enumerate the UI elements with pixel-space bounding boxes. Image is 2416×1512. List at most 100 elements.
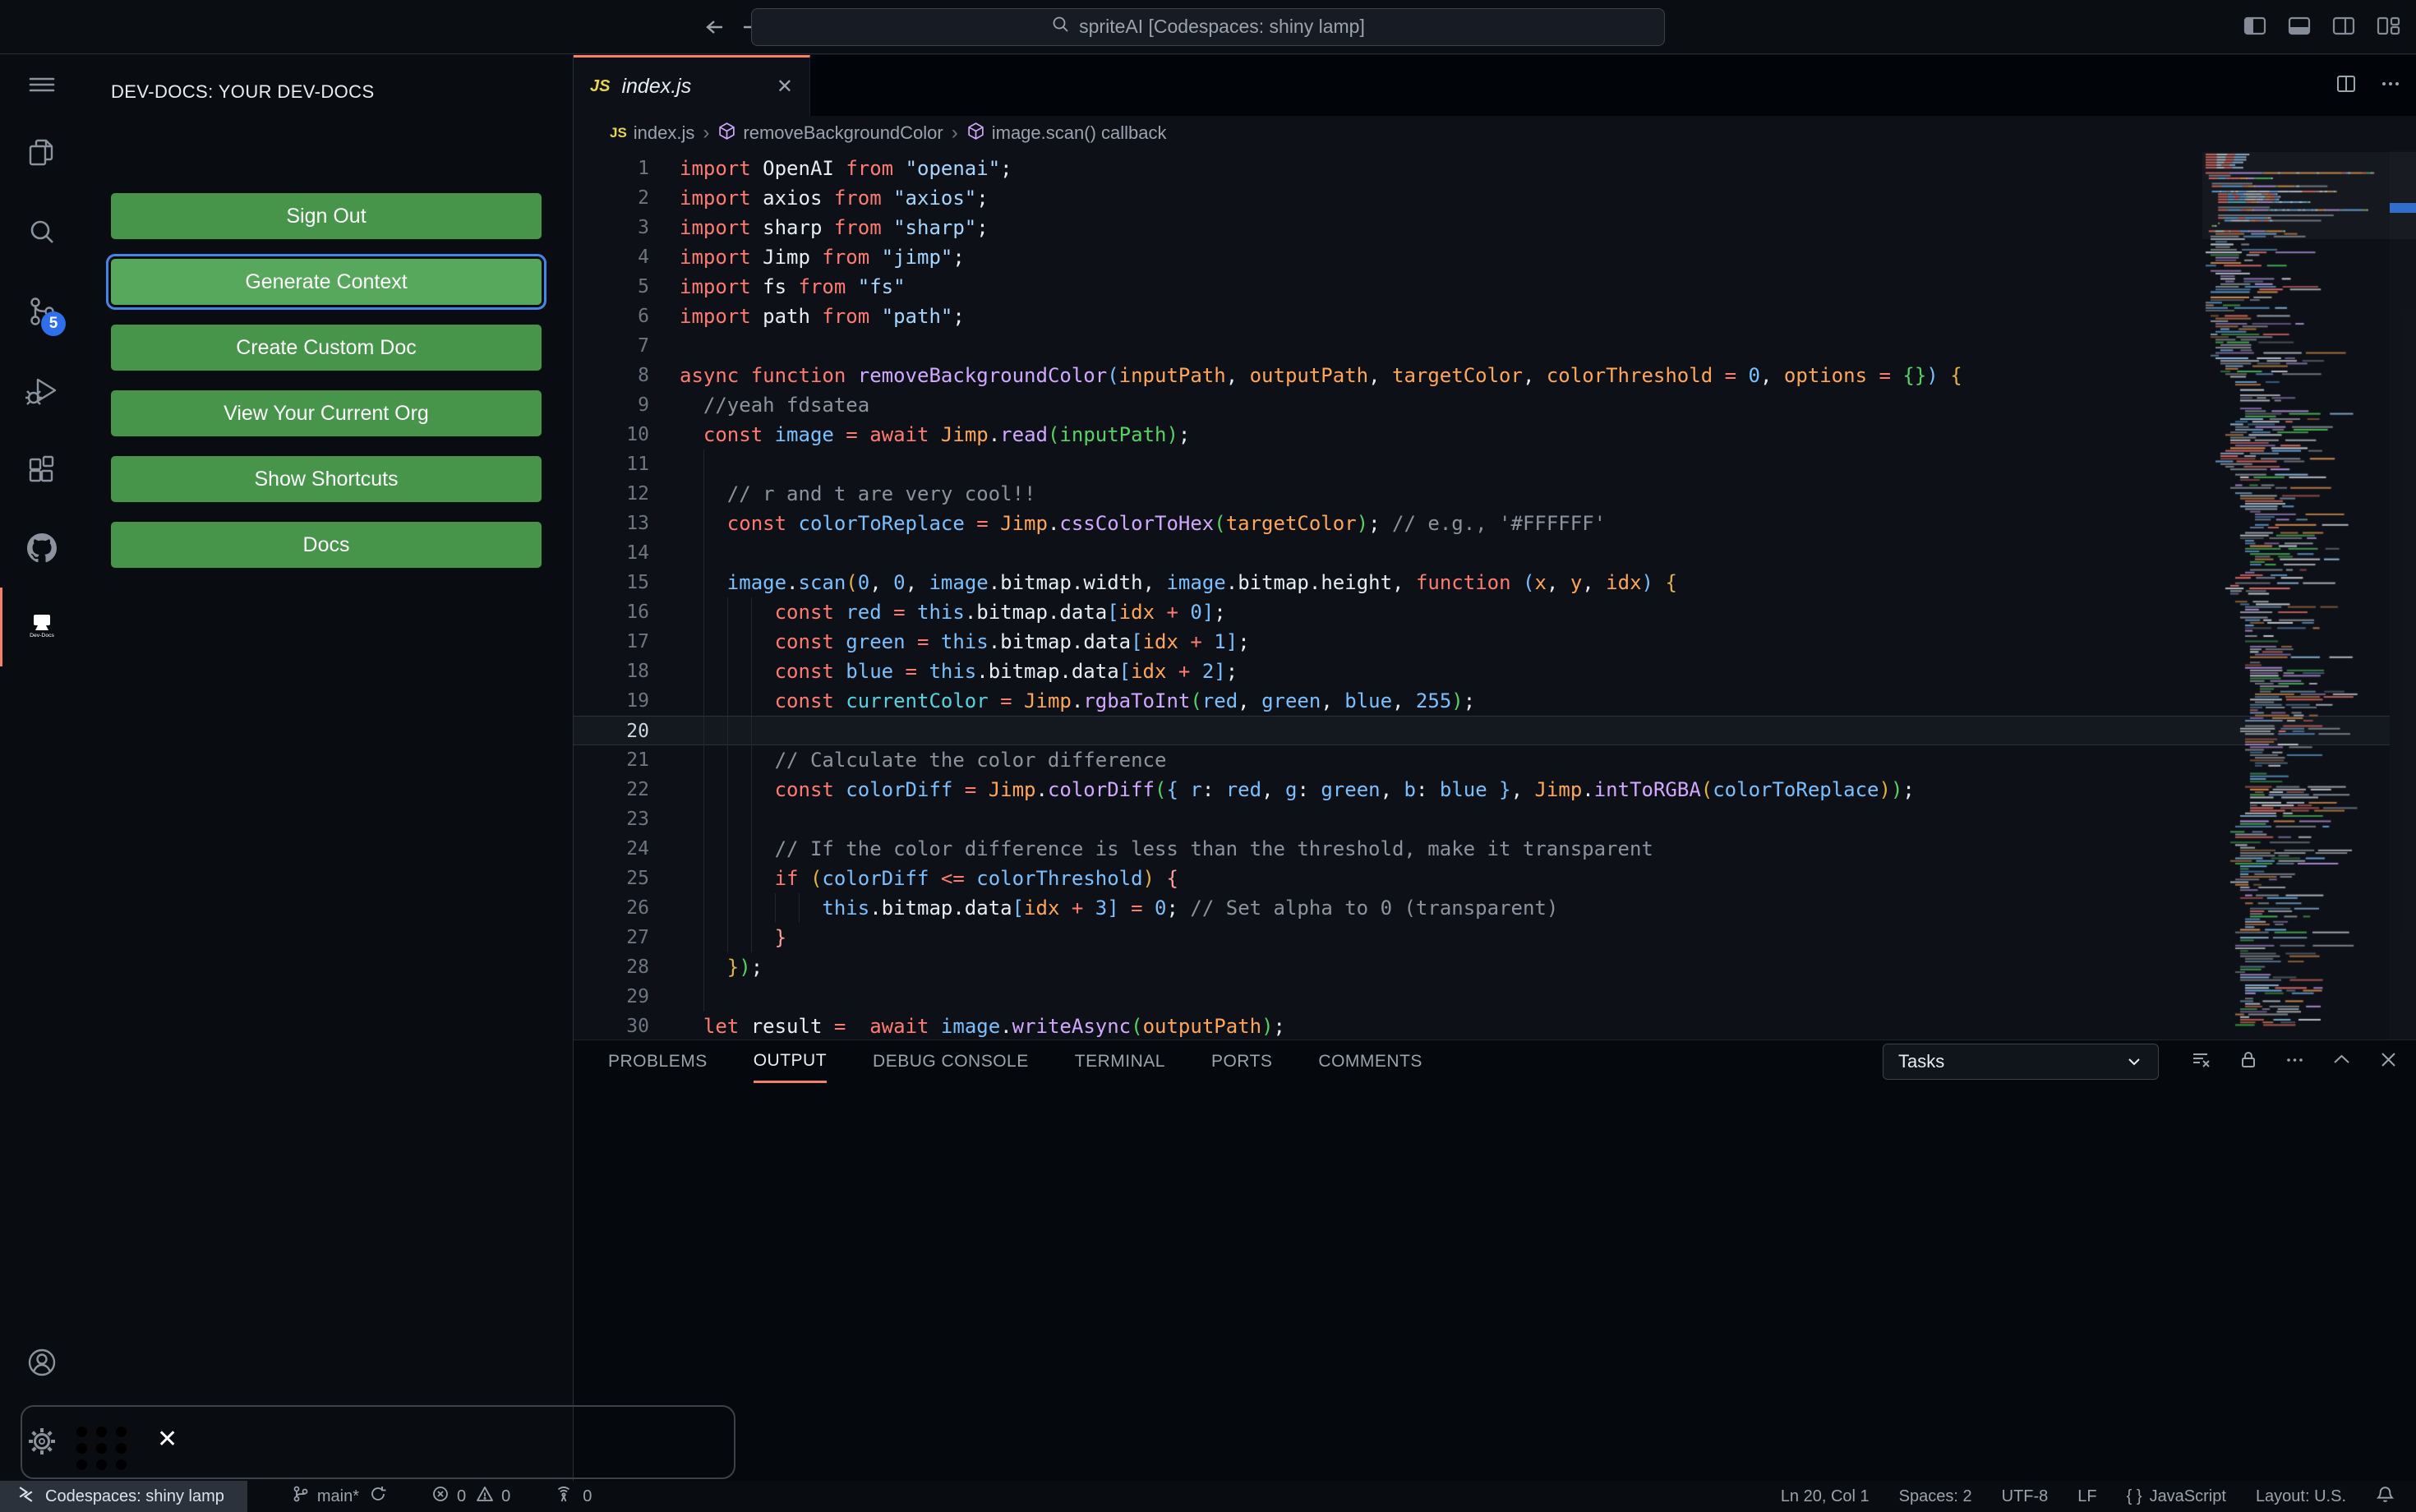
language-mode[interactable]: { } JavaScript [2127,1487,2226,1506]
line-content: const red = this.bitmap.data[idx + 0]; [680,597,2390,627]
code-line-13[interactable]: 13 const colorToReplace = Jimp.cssColorT… [574,509,2390,538]
code-line-8[interactable]: 8 async function removeBackgroundColor(in… [574,361,2390,390]
code-line-18[interactable]: 18 const blue = this.bitmap.data[idx + 2… [574,657,2390,686]
line-content: import fs from "fs" [680,275,906,298]
tab-close-icon[interactable]: ✕ [777,75,793,99]
sync-icon[interactable] [369,1485,387,1508]
toggle-sidebar-icon[interactable] [2242,12,2268,43]
code-line-26[interactable]: 26 this.bitmap.data[idx + 3] = 0; // Set… [574,893,2390,923]
panel-tab-terminal[interactable]: TERMINAL [1075,1040,1165,1083]
toggle-panel-icon[interactable] [2286,12,2312,43]
drag-grip-dots [76,1427,136,1476]
close-panel-icon[interactable] [2377,1049,2400,1075]
line-content: let result = await image.writeAsync(outp… [703,1015,1285,1038]
editor-scrollbar[interactable] [2390,150,2416,1040]
line-number: 3 [638,217,649,238]
sidebar-button-sign-out[interactable]: Sign Out [111,193,542,239]
notifications-bell-icon[interactable] [2376,1485,2395,1509]
back-icon[interactable] [703,15,727,39]
maximize-panel-icon[interactable] [2331,1049,2353,1075]
code-line-16[interactable]: 16 const red = this.bitmap.data[idx + 0]… [574,597,2390,627]
line-content: // If the color difference is less than … [680,834,2390,864]
panel-tab-ports[interactable]: PORTS [1211,1040,1272,1083]
remote-indicator[interactable]: Codespaces: shiny lamp [0,1481,247,1512]
code-line-30[interactable]: 30 let result = await image.writeAsync(o… [574,1012,2390,1040]
extensions-icon[interactable] [0,430,81,509]
code-line-17[interactable]: 17 const green = this.bitmap.data[idx + … [574,627,2390,657]
symbol-cube-icon [717,122,736,145]
code-line-11[interactable]: 11 [574,449,2390,479]
command-center-search[interactable]: spriteAI [Codespaces: shiny lamp] [751,7,1665,46]
keyboard-layout[interactable]: Layout: U.S. [2256,1487,2346,1506]
code-line-5[interactable]: 5 import fs from "fs" [574,272,2390,302]
tab-index-js[interactable]: JS index.js ✕ [574,55,810,116]
code-line-20[interactable]: 20 [574,716,2390,746]
line-content: } [680,923,2390,952]
code-line-27[interactable]: 27 } [574,923,2390,952]
menu-icon[interactable] [0,55,81,114]
connection-indicator[interactable]: 0 [555,1485,592,1508]
eol-sequence[interactable]: LF [2077,1487,2096,1506]
code-line-10[interactable]: 10 const image = await Jimp.read(inputPa… [574,420,2390,449]
code-line-19[interactable]: 19 const currentColor = Jimp.rgbaToInt(r… [574,686,2390,716]
problems-indicator[interactable]: 0 0 [431,1485,510,1508]
sidebar-button-create-custom-doc[interactable]: Create Custom Doc [111,325,542,371]
encoding[interactable]: UTF-8 [2002,1487,2049,1506]
code-line-6[interactable]: 6 import path from "path"; [574,302,2390,331]
code-line-12[interactable]: 12 // r and t are very cool!! [574,479,2390,509]
dev-docs-icon[interactable]: Dev-Docs [0,588,81,666]
code-editor[interactable]: 1 import OpenAI from "openai"; 2 import axi… [574,150,2416,1040]
code-line-3[interactable]: 3 import sharp from "sharp"; [574,213,2390,242]
clear-output-icon[interactable] [2190,1049,2212,1075]
code-line-29[interactable]: 29 [574,982,2390,1012]
more-actions-icon[interactable] [2378,71,2403,100]
breadcrumb-file[interactable]: JS index.js [610,122,694,144]
code-line-1[interactable]: 1 import OpenAI from "openai"; [574,154,2390,183]
line-content: if (colorDiff <= colorThreshold) { [680,864,2390,893]
run-and-debug-icon[interactable] [0,351,81,430]
panel-tab-comments[interactable]: COMMENTS [1318,1040,1422,1083]
breadcrumb-symbol-function[interactable]: removeBackgroundColor [717,122,943,145]
minimap[interactable] [2202,150,2390,1040]
breadcrumb-symbol-callback[interactable]: image.scan() callback [966,122,1166,145]
sidebar-button-view-your-current-org[interactable]: View Your Current Org [111,390,542,436]
cursor-position[interactable]: Ln 20, Col 1 [1781,1487,1870,1506]
code-line-23[interactable]: 23 [574,804,2390,834]
close-icon[interactable]: ✕ [157,1425,178,1454]
more-actions-icon[interactable] [2284,1049,2306,1075]
sidebar-button-show-shortcuts[interactable]: Show Shortcuts [111,456,542,502]
output-channel-dropdown[interactable]: Tasks [1883,1044,2159,1080]
code-line-7[interactable]: 7 [574,331,2390,361]
code-line-25[interactable]: 25 if (colorDiff <= colorThreshold) { [574,864,2390,893]
toggle-secondary-sidebar-icon[interactable] [2331,12,2357,43]
code-line-24[interactable]: 24 // If the color difference is less th… [574,834,2390,864]
accounts-icon[interactable] [0,1323,81,1402]
customize-layout-icon[interactable] [2375,12,2401,43]
panel-tab-debug-console[interactable]: DEBUG CONSOLE [873,1040,1029,1083]
panel-tab-output[interactable]: OUTPUT [753,1040,828,1083]
code-line-14[interactable]: 14 [574,538,2390,568]
code-line-4[interactable]: 4 import Jimp from "jimp"; [574,242,2390,272]
code-line-28[interactable]: 28 }); [574,952,2390,982]
source-control-icon[interactable]: 5 [0,272,81,351]
sidebar-button-generate-context[interactable]: Generate Context [106,254,546,310]
code-line-2[interactable]: 2 import axios from "axios"; [574,183,2390,213]
line-number: 4 [638,247,649,268]
branch-indicator[interactable]: main* [292,1485,359,1508]
split-editor-icon[interactable] [2334,71,2358,100]
lock-icon[interactable] [2237,1049,2259,1075]
explorer-icon[interactable] [0,114,81,193]
line-number: 29 [626,986,649,1007]
error-icon [431,1485,450,1508]
github-icon[interactable] [0,509,81,588]
line-number: 23 [626,809,649,830]
code-line-15[interactable]: 15 image.scan(0, 0, image.bitmap.width, … [574,568,2390,597]
code-line-21[interactable]: 21 // Calculate the color difference [574,745,2390,775]
code-line-22[interactable]: 22 const colorDiff = Jimp.colorDiff({ r:… [574,775,2390,804]
warning-icon [476,1485,494,1508]
panel-tab-problems[interactable]: PROBLEMS [608,1040,708,1083]
indentation[interactable]: Spaces: 2 [1899,1487,1972,1506]
search-view-icon[interactable] [0,193,81,272]
code-line-9[interactable]: 9 //yeah fdsatea [574,390,2390,420]
sidebar-button-docs[interactable]: Docs [111,522,542,568]
